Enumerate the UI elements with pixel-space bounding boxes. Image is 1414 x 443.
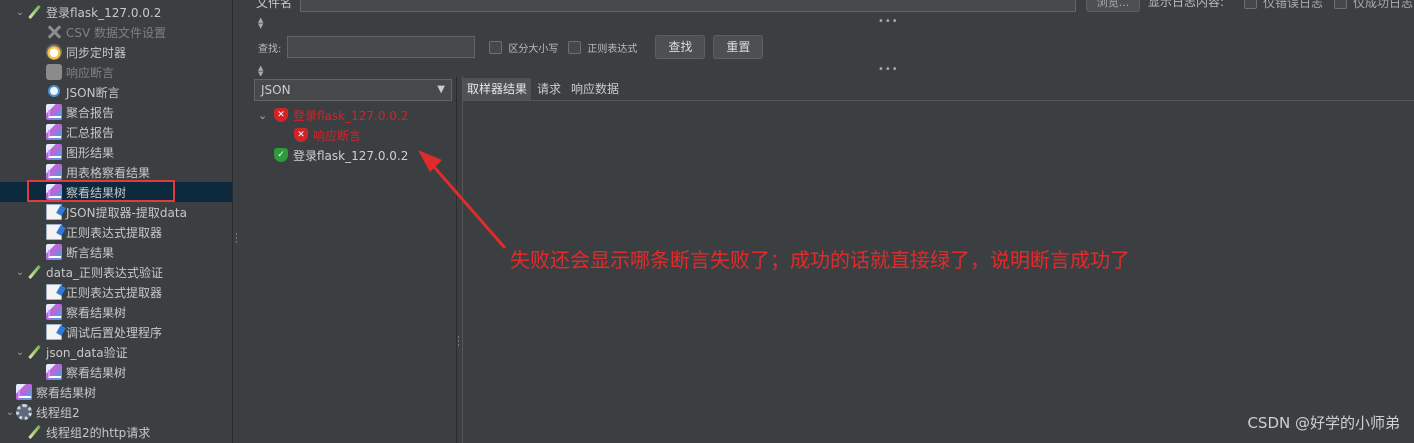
annotation-arrow [418,150,507,249]
annotation-arrow-line [426,159,507,249]
annotation-text: 失败还会显示哪条断言失败了；成功的话就直接绿了，说明断言成功了 [510,248,1130,272]
watermark: CSDN @好学的小师弟 [1247,414,1400,432]
annotation-arrow-head [418,150,442,172]
